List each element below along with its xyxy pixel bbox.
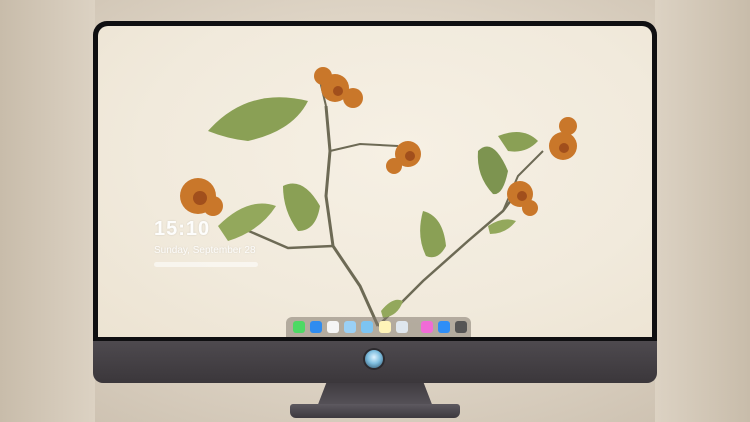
background-blur-right — [655, 0, 750, 422]
monitor-bezel: 15:10 Sunday, September 28 — [93, 21, 657, 341]
messages-icon[interactable] — [292, 321, 305, 333]
notes-icon[interactable] — [378, 321, 391, 333]
apple-logo-icon — [365, 350, 383, 368]
desktop-screen[interactable]: 15:10 Sunday, September 28 — [98, 26, 652, 337]
lock-date: Sunday, September 28 — [154, 245, 256, 256]
lock-time: 15:10 — [154, 218, 211, 240]
lock-subtitle-bar — [154, 262, 258, 267]
preview-icon[interactable] — [395, 321, 408, 333]
dock — [286, 317, 471, 337]
lock-screen-clock: 15:10 Sunday, September 28 — [154, 218, 258, 267]
camera-icon[interactable] — [455, 321, 468, 333]
monitor-chin — [93, 341, 657, 383]
photos-icon[interactable] — [361, 321, 374, 333]
monitor: 15:10 Sunday, September 28 — [93, 21, 657, 383]
mail-icon[interactable] — [344, 321, 357, 333]
app-store-icon[interactable] — [438, 321, 451, 333]
safari-icon[interactable] — [326, 321, 339, 333]
finder-icon[interactable] — [309, 321, 322, 333]
monitor-stand-base — [290, 404, 460, 418]
wallpaper-flower-branch — [180, 67, 577, 327]
itunes-icon[interactable] — [420, 321, 433, 333]
background-blur-left — [0, 0, 95, 422]
